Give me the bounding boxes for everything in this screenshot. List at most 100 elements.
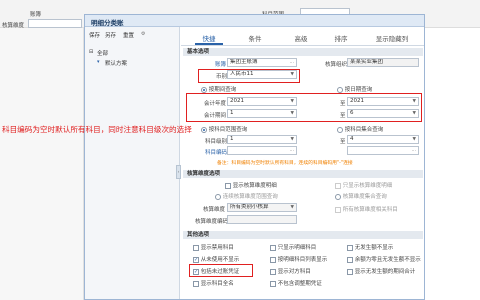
related-accounts-label: 所有核算维度相关科目 (342, 207, 398, 213)
code-from-field[interactable]: … (227, 146, 297, 155)
chevron-down-icon: ▾ (97, 59, 100, 65)
checkbox-contra-account[interactable]: 显示对方科目 (270, 267, 311, 275)
checkmark-icon: ✓ (193, 268, 199, 275)
by-range-label: 按科目范围查询 (208, 127, 248, 133)
radio-icon (337, 86, 343, 93)
org-value: 某某实业集团 (350, 59, 384, 65)
radio-by-set[interactable]: 按科目集合查询 (337, 125, 383, 133)
org-label: 核算组织 (325, 62, 348, 68)
code-to-field[interactable]: … (347, 146, 419, 155)
scheme-pane: 保存 另存 重置 ⚙ ⊟ 全部 ▾ 默认方案 (85, 27, 180, 299)
period-to-select[interactable]: 6 ▼ (347, 109, 419, 118)
checkbox-related-accounts[interactable]: 所有核算维度相关科目 (335, 205, 398, 213)
checkbox-detail-list[interactable]: 按明细科目列表显示 (270, 255, 327, 263)
background-dimension-field[interactable] (28, 19, 82, 28)
checkbox-icon (347, 244, 353, 251)
year-from-value: 2021 (230, 98, 244, 104)
checkbox-icon (270, 280, 276, 287)
checkbox-icon (193, 280, 199, 287)
tab-advanced[interactable]: 高级 (287, 33, 315, 45)
checkbox-icon (347, 268, 353, 275)
checkbox-no-amount[interactable]: 无发生额不显示 (347, 243, 393, 251)
radio-by-period[interactable]: 按期间查询 (201, 85, 236, 93)
full-name-label: 显示科目全名 (200, 281, 234, 287)
ellipsis-icon[interactable]: … (290, 147, 295, 154)
reset-button[interactable]: 重置 (123, 31, 134, 39)
chevron-down-icon: ▼ (290, 99, 294, 104)
dimension-code-field[interactable] (227, 215, 297, 224)
radio-by-range[interactable]: 按科目范围查询 (201, 125, 247, 133)
checkbox-show-dimension[interactable]: 显示核算维度明细 (225, 181, 277, 189)
by-set-label: 按科目集合查询 (344, 127, 384, 133)
checkbox-icon (270, 244, 276, 251)
period-total-label: 显示无发生额的期间合计 (354, 269, 416, 275)
tab-condition[interactable]: 条件 (241, 33, 269, 45)
chevron-down-icon: ▼ (290, 137, 294, 142)
year-to-select[interactable]: 2021 ▼ (347, 97, 419, 106)
save-button[interactable]: 保存 (89, 31, 100, 39)
period-from-value: 1 (230, 110, 234, 116)
collapse-icon[interactable]: ⊟ (89, 49, 93, 55)
gear-icon[interactable]: ⚙ (141, 31, 145, 37)
currency-value: 人民币11 (230, 71, 254, 77)
tree-default-scheme[interactable]: 默认方案 (105, 59, 127, 67)
checkbox-icon (335, 182, 341, 189)
checkbox-icon (225, 182, 231, 189)
checkbox-exclude-adjust[interactable]: 不包含调整期凭证 (270, 279, 322, 287)
checkbox-icon (335, 206, 341, 213)
year-to-value: 2021 (350, 98, 364, 104)
dialog-title: 明细分类账 (91, 19, 124, 27)
chevron-down-icon: ▼ (290, 205, 294, 210)
radio-dim-range[interactable]: 连续核算维度范围查询 (215, 192, 278, 200)
radio-icon (201, 126, 207, 133)
contra-account-label: 显示对方科目 (277, 269, 311, 275)
dimension-label: 核算维度 (203, 207, 226, 213)
tab-sort[interactable]: 排序 (327, 33, 355, 45)
checkbox-include-unposted[interactable]: ✓ 包括未过账凭证 (193, 267, 239, 275)
chevron-down-icon: ▼ (412, 137, 416, 142)
tab-show-hide-columns[interactable]: 显示隐藏列 (367, 33, 417, 45)
currency-select[interactable]: 人民币11 ▼ (227, 70, 297, 79)
level-to-select[interactable]: 4 ▼ (347, 135, 419, 144)
no-amount-label: 无发生额不显示 (354, 245, 394, 251)
checkbox-never-used[interactable]: ✓ 从未使用不显示 (193, 255, 239, 263)
chevron-down-icon: ▼ (412, 111, 416, 116)
org-field[interactable]: 某某实业集团 (347, 58, 419, 67)
year-label: 会计年度 (204, 101, 227, 107)
to-label-3: 至 (340, 139, 346, 145)
checkbox-show-disabled[interactable]: 显示禁用科目 (193, 243, 234, 251)
book-label: 账簿 (215, 62, 227, 68)
show-disabled-label: 显示禁用科目 (200, 245, 234, 251)
section-basic: 基本选项 (183, 48, 423, 56)
checkbox-zero-balance[interactable]: 余额为零且无发生额不显示 (347, 255, 421, 263)
only-detail-label: 只显示明细科目 (277, 245, 317, 251)
radio-by-date[interactable]: 按日期查询 (337, 85, 372, 93)
period-from-select[interactable]: 1 ▼ (227, 109, 297, 118)
to-label-2: 至 (340, 113, 346, 119)
section-other: 其他选项 (183, 231, 423, 239)
checkbox-only-detail[interactable]: 只显示明细科目 (270, 243, 316, 251)
checkbox-full-name[interactable]: 显示科目全名 (193, 279, 234, 287)
radio-icon (215, 193, 221, 200)
include-unposted-label: 包括未过账凭证 (200, 269, 240, 275)
radio-dim-set[interactable]: 核算维度集合查询 (335, 192, 387, 200)
show-dimension-label: 显示核算维度明细 (232, 183, 277, 189)
radio-icon (337, 126, 343, 133)
chevron-down-icon: ▼ (412, 99, 416, 104)
dimension-select[interactable]: 所有类别小核算 ▼ (227, 203, 297, 212)
zero-balance-label: 余额为零且无发生额不显示 (354, 257, 421, 263)
tree-all[interactable]: 全部 (97, 49, 108, 57)
book-field[interactable]: 集团主账簿… (227, 58, 297, 67)
checkbox-period-total[interactable]: 显示无发生额的期间合计 (347, 267, 415, 275)
checkbox-icon (347, 256, 353, 263)
background-left-panel (0, 28, 84, 300)
tab-quick[interactable]: 快捷 (195, 33, 223, 45)
dim-set-label: 核算维度集合查询 (342, 194, 387, 200)
ellipsis-icon[interactable]: … (290, 59, 295, 66)
year-from-select[interactable]: 2021 ▼ (227, 97, 297, 106)
checkbox-only-dimension[interactable]: 只显示核算维度明细 (335, 181, 392, 189)
save-as-button[interactable]: 另存 (105, 31, 116, 39)
level-from-select[interactable]: 1 ▼ (227, 135, 297, 144)
ellipsis-icon[interactable]: … (412, 147, 417, 154)
pane-collapse-handle[interactable]: ‹ (176, 165, 181, 179)
